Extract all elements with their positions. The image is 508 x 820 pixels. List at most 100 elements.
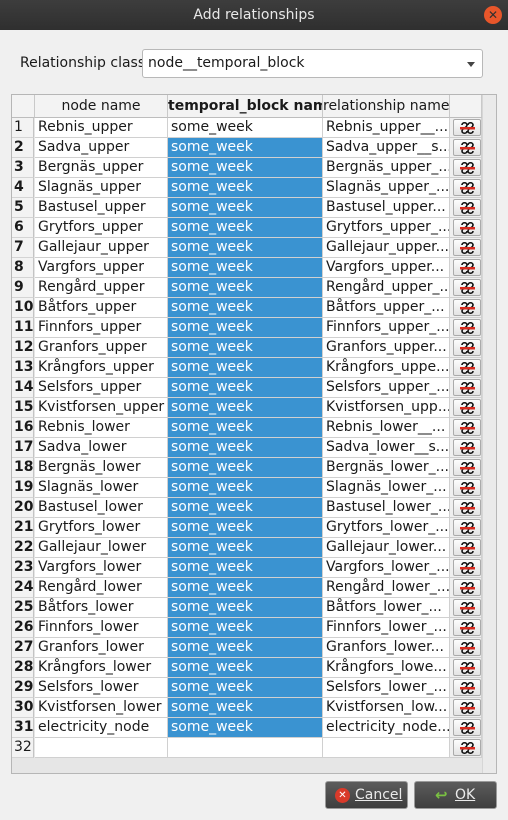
cell-node-name[interactable]: Rengård_lower	[35, 578, 168, 598]
cell-relationship-name[interactable]: Gallejaur_lower...	[323, 538, 450, 558]
cell-relationship-name[interactable]: Grytfors_lower_...	[323, 518, 450, 538]
cell-node-name[interactable]: Båtfors_lower	[35, 598, 168, 618]
cell-temporal-block-name[interactable]: some_week	[168, 638, 323, 658]
cell-relationship-name[interactable]: Selsfors_lower_...	[323, 678, 450, 698]
row-number[interactable]: 9	[12, 278, 34, 298]
row-number[interactable]: 17	[12, 438, 34, 458]
cell-temporal-block-name[interactable]: some_week	[168, 558, 323, 578]
cell-node-name[interactable]: Rebnis_lower	[35, 418, 168, 438]
cell-temporal-block-name[interactable]: some_week	[168, 218, 323, 238]
table-row[interactable]: 6 Grytfors_upper some_week Grytfors_upper_.…	[12, 218, 482, 238]
cell-relationship-name[interactable]: Finnfors_lower_...	[323, 618, 450, 638]
cell-relationship-name[interactable]: Kvistforsen_upp...	[323, 398, 450, 418]
cell-node-name[interactable]: Grytfors_lower	[35, 518, 168, 538]
edit-relationship-icon[interactable]	[453, 419, 481, 436]
table-row[interactable]: 26 Finnfors_lower some_week Finnfors_lower_…	[12, 618, 482, 638]
table-row[interactable]: 24 Rengård_lower some_week Rengård_lower_..…	[12, 578, 482, 598]
row-number[interactable]: 30	[12, 698, 34, 718]
cell-temporal-block-name[interactable]: some_week	[168, 658, 323, 678]
cell-node-name[interactable]: Bergnäs_lower	[35, 458, 168, 478]
cell-temporal-block-name[interactable]: some_week	[168, 538, 323, 558]
cell-node-name[interactable]: Grytfors_upper	[35, 218, 168, 238]
row-number[interactable]: 24	[12, 578, 34, 598]
row-number[interactable]: 25	[12, 598, 34, 618]
table-row[interactable]: 29 Selsfors_lower some_week Selsfors_lower_…	[12, 678, 482, 698]
table-row[interactable]: 30 Kvistforsen_lower some_week Kvistforsen_…	[12, 698, 482, 718]
cell-relationship-name[interactable]: Rebnis_upper__...	[323, 118, 450, 138]
row-number[interactable]: 19	[12, 478, 34, 498]
cell-relationship-name[interactable]: Båtfors_upper_...	[323, 298, 450, 318]
cell-node-name[interactable]: Bastusel_lower	[35, 498, 168, 518]
table-row[interactable]: 1 Rebnis_upper some_week Rebnis_upper__...	[12, 118, 482, 138]
table-row[interactable]: 28 Krångfors_lower some_week Krångfors_lowe…	[12, 658, 482, 678]
row-number[interactable]: 16	[12, 418, 34, 438]
cell-node-name[interactable]: Gallejaur_upper	[35, 238, 168, 258]
cell-node-name[interactable]: Sadva_upper	[35, 138, 168, 158]
cell-relationship-name[interactable]: Krångfors_lowe...	[323, 658, 450, 678]
cancel-button[interactable]: ✕ Cancel	[325, 781, 408, 809]
edit-relationship-icon[interactable]	[453, 459, 481, 476]
table-row[interactable]: 8 Vargfors_upper some_week Vargfors_upper..…	[12, 258, 482, 278]
edit-relationship-icon[interactable]	[453, 739, 481, 756]
cell-node-name[interactable]: Gallejaur_lower	[35, 538, 168, 558]
header-node-name[interactable]: node name	[35, 95, 168, 118]
table-row[interactable]: 32	[12, 738, 482, 758]
edit-relationship-icon[interactable]	[453, 379, 481, 396]
edit-relationship-icon[interactable]	[453, 439, 481, 456]
cell-node-name[interactable]: Vargfors_upper	[35, 258, 168, 278]
edit-relationship-icon[interactable]	[453, 699, 481, 716]
cell-temporal-block-name[interactable]: some_week	[168, 418, 323, 438]
cell-temporal-block-name[interactable]: some_week	[168, 318, 323, 338]
table-row[interactable]: 2 Sadva_upper some_week Sadva_upper__s...	[12, 138, 482, 158]
cell-node-name[interactable]: Selsfors_upper	[35, 378, 168, 398]
cell-relationship-name[interactable]: Granfors_lower...	[323, 638, 450, 658]
edit-relationship-icon[interactable]	[453, 519, 481, 536]
cell-node-name[interactable]: Båtfors_upper	[35, 298, 168, 318]
cell-relationship-name[interactable]: Sadva_lower__s...	[323, 438, 450, 458]
edit-relationship-icon[interactable]	[453, 619, 481, 636]
cell-temporal-block-name[interactable]: some_week	[168, 598, 323, 618]
edit-relationship-icon[interactable]	[453, 219, 481, 236]
cell-relationship-name[interactable]: Granfors_upper...	[323, 338, 450, 358]
row-number[interactable]: 23	[12, 558, 34, 578]
edit-relationship-icon[interactable]	[453, 399, 481, 416]
cell-node-name[interactable]: Kvistforsen_upper	[35, 398, 168, 418]
cell-node-name[interactable]: Granfors_upper	[35, 338, 168, 358]
edit-relationship-icon[interactable]	[453, 599, 481, 616]
cell-relationship-name[interactable]: Sadva_upper__s...	[323, 138, 450, 158]
row-number[interactable]: 29	[12, 678, 34, 698]
cell-temporal-block-name[interactable]	[168, 738, 323, 758]
edit-relationship-icon[interactable]	[453, 499, 481, 516]
table-row[interactable]: 16 Rebnis_lower some_week Rebnis_lower__...	[12, 418, 482, 438]
cell-node-name[interactable]: Slagnäs_lower	[35, 478, 168, 498]
cell-relationship-name[interactable]	[323, 738, 450, 758]
cell-temporal-block-name[interactable]: some_week	[168, 118, 323, 138]
cell-temporal-block-name[interactable]: some_week	[168, 358, 323, 378]
edit-relationship-icon[interactable]	[453, 139, 481, 156]
ok-button[interactable]: ↩ OK	[414, 781, 497, 809]
cell-node-name[interactable]: Kvistforsen_lower	[35, 698, 168, 718]
cell-node-name[interactable]: Finnfors_lower	[35, 618, 168, 638]
cell-node-name[interactable]: Rebnis_upper	[35, 118, 168, 138]
table-row[interactable]: 5 Bastusel_upper some_week Bastusel_upper..…	[12, 198, 482, 218]
edit-relationship-icon[interactable]	[453, 239, 481, 256]
header-temporal-block-name[interactable]: temporal_block name	[168, 95, 323, 118]
row-number[interactable]: 20	[12, 498, 34, 518]
row-number[interactable]: 6	[12, 218, 34, 238]
row-number[interactable]: 2	[12, 138, 34, 158]
cell-temporal-block-name[interactable]: some_week	[168, 338, 323, 358]
cell-temporal-block-name[interactable]: some_week	[168, 578, 323, 598]
cell-temporal-block-name[interactable]: some_week	[168, 238, 323, 258]
edit-relationship-icon[interactable]	[453, 659, 481, 676]
table-row[interactable]: 10 Båtfors_upper some_week Båtfors_upper_..…	[12, 298, 482, 318]
table-row[interactable]: 17 Sadva_lower some_week Sadva_lower__s...	[12, 438, 482, 458]
relationship-class-select[interactable]: node__temporal_block	[142, 49, 483, 78]
cell-relationship-name[interactable]: electricity_node...	[323, 718, 450, 738]
cell-node-name[interactable]: Selsfors_lower	[35, 678, 168, 698]
edit-relationship-icon[interactable]	[453, 339, 481, 356]
row-number[interactable]: 5	[12, 198, 34, 218]
row-number[interactable]: 14	[12, 378, 34, 398]
cell-node-name[interactable]: electricity_node	[35, 718, 168, 738]
cell-temporal-block-name[interactable]: some_week	[168, 518, 323, 538]
row-number[interactable]: 32	[12, 738, 34, 758]
